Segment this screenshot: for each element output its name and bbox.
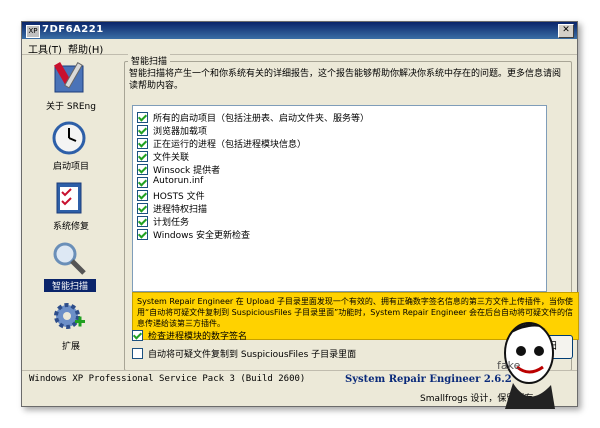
close-button[interactable]: ✕ <box>558 24 574 38</box>
list-item-label: 进程特权扫描 <box>153 205 208 215</box>
tools-icon <box>54 61 84 93</box>
list-item[interactable]: Windows 安全更新检查 <box>137 228 537 241</box>
os-version: Windows XP Professional Service Pack 3 (… <box>29 374 306 384</box>
menu-tools[interactable]: 工具(T) <box>28 41 62 56</box>
cartoon-mascot-watermark: fake <box>497 322 555 409</box>
option-verify-signatures[interactable]: 检查进程模块的数字签名 <box>132 329 552 342</box>
scan-item-list[interactable]: 所有的启动项目（包括注册表、启动文件夹、服务等） 浏览器加载项 正在运行的进程（… <box>132 105 547 292</box>
checkbox[interactable] <box>137 138 148 149</box>
clock-icon <box>52 121 86 155</box>
group-title: 智能扫描 <box>128 54 171 67</box>
list-item-label: Windows 安全更新检查 <box>153 231 251 241</box>
list-item-label: 浏览器加载项 <box>153 127 208 137</box>
list-item[interactable]: 浏览器加载项 <box>137 124 537 137</box>
list-item[interactable]: 所有的启动项目（包括注册表、启动文件夹、服务等） <box>137 111 537 124</box>
list-item[interactable]: 计划任务 <box>137 215 537 228</box>
list-item-label: 计划任务 <box>153 218 190 228</box>
checkbox[interactable] <box>137 125 148 136</box>
menu-help[interactable]: 帮助(H) <box>68 41 103 56</box>
sidebar-item-label: 扩展 <box>61 342 80 352</box>
checkbox[interactable] <box>137 229 148 240</box>
status-bar: Windows XP Professional Service Pack 3 (… <box>22 370 577 407</box>
checkbox[interactable] <box>137 203 148 214</box>
app-icon: XP <box>26 25 40 38</box>
list-item-label: Winsock 提供者 <box>153 166 221 176</box>
sidebar-item-label: 关于 SREng <box>46 102 96 112</box>
sidebar-item-smart-scan[interactable]: 智能扫描 <box>22 238 120 296</box>
sidebar-item-about[interactable]: 关于 SREng <box>22 58 120 116</box>
list-item[interactable]: Autorun.inf <box>137 176 537 189</box>
menu-bar: 工具(T) 帮助(H) <box>22 40 577 56</box>
list-item-label: HOSTS 文件 <box>153 192 205 202</box>
checkbox[interactable] <box>137 151 148 162</box>
checkbox[interactable] <box>137 216 148 227</box>
sidebar-item-label: 智能扫描 <box>44 279 96 292</box>
list-item-label: 所有的启动项目（包括注册表、启动文件夹、服务等） <box>153 114 370 124</box>
list-item[interactable]: 正在运行的进程（包括进程模块信息） <box>137 137 537 150</box>
checkbox[interactable] <box>137 164 148 175</box>
list-item-label: 文件关联 <box>153 153 190 163</box>
option-label: 自动将可疑文件复制到 SuspiciousFiles 子目录里面 <box>148 350 357 360</box>
magnifier-icon <box>53 242 86 275</box>
checkbox[interactable] <box>132 330 143 341</box>
sidebar-item-label: 系统修复 <box>52 222 89 232</box>
title-bar[interactable]: XP 7DF6A221 ✕ <box>22 22 577 39</box>
option-copy-suspicious[interactable]: 自动将可疑文件复制到 SuspiciousFiles 子目录里面 <box>132 347 552 360</box>
sidebar-item-startup[interactable]: 启动项目 <box>22 118 120 176</box>
list-item[interactable]: 文件关联 <box>137 150 537 163</box>
option-label: 检查进程模块的数字签名 <box>148 332 248 342</box>
list-item[interactable]: Winsock 提供者 <box>137 163 537 176</box>
list-item[interactable]: 进程特权扫描 <box>137 202 537 215</box>
checkbox[interactable] <box>137 190 148 201</box>
gear-plus-icon <box>54 303 85 329</box>
window-title: 7DF6A221 <box>42 24 104 35</box>
product-name: System Repair Engineer 2.6.2 <box>345 374 512 385</box>
sidebar-item-repair[interactable]: 系统修复 <box>22 178 120 236</box>
checkbox[interactable] <box>137 112 148 123</box>
checkbox[interactable] <box>137 177 148 188</box>
sidebar-item-extensions[interactable]: 扩展 <box>22 298 120 356</box>
scan-description: 智能扫描将产生一个和你系统有关的详细报告，这个报告能够帮助你解决你系统中存在的问… <box>129 69 562 91</box>
sidebar-item-label: 启动项目 <box>52 162 89 172</box>
list-item-label: Autorun.inf <box>153 176 204 186</box>
list-item[interactable]: HOSTS 文件 <box>137 189 537 202</box>
sidebar: 关于 SREng 启动项目 系统修复 智能扫描 扩展 <box>22 55 120 388</box>
checkbox[interactable] <box>132 348 143 359</box>
list-item-label: 正在运行的进程（包括进程模块信息） <box>153 140 307 150</box>
checklist-icon <box>56 182 82 214</box>
watermark-text: fake <box>497 359 521 372</box>
